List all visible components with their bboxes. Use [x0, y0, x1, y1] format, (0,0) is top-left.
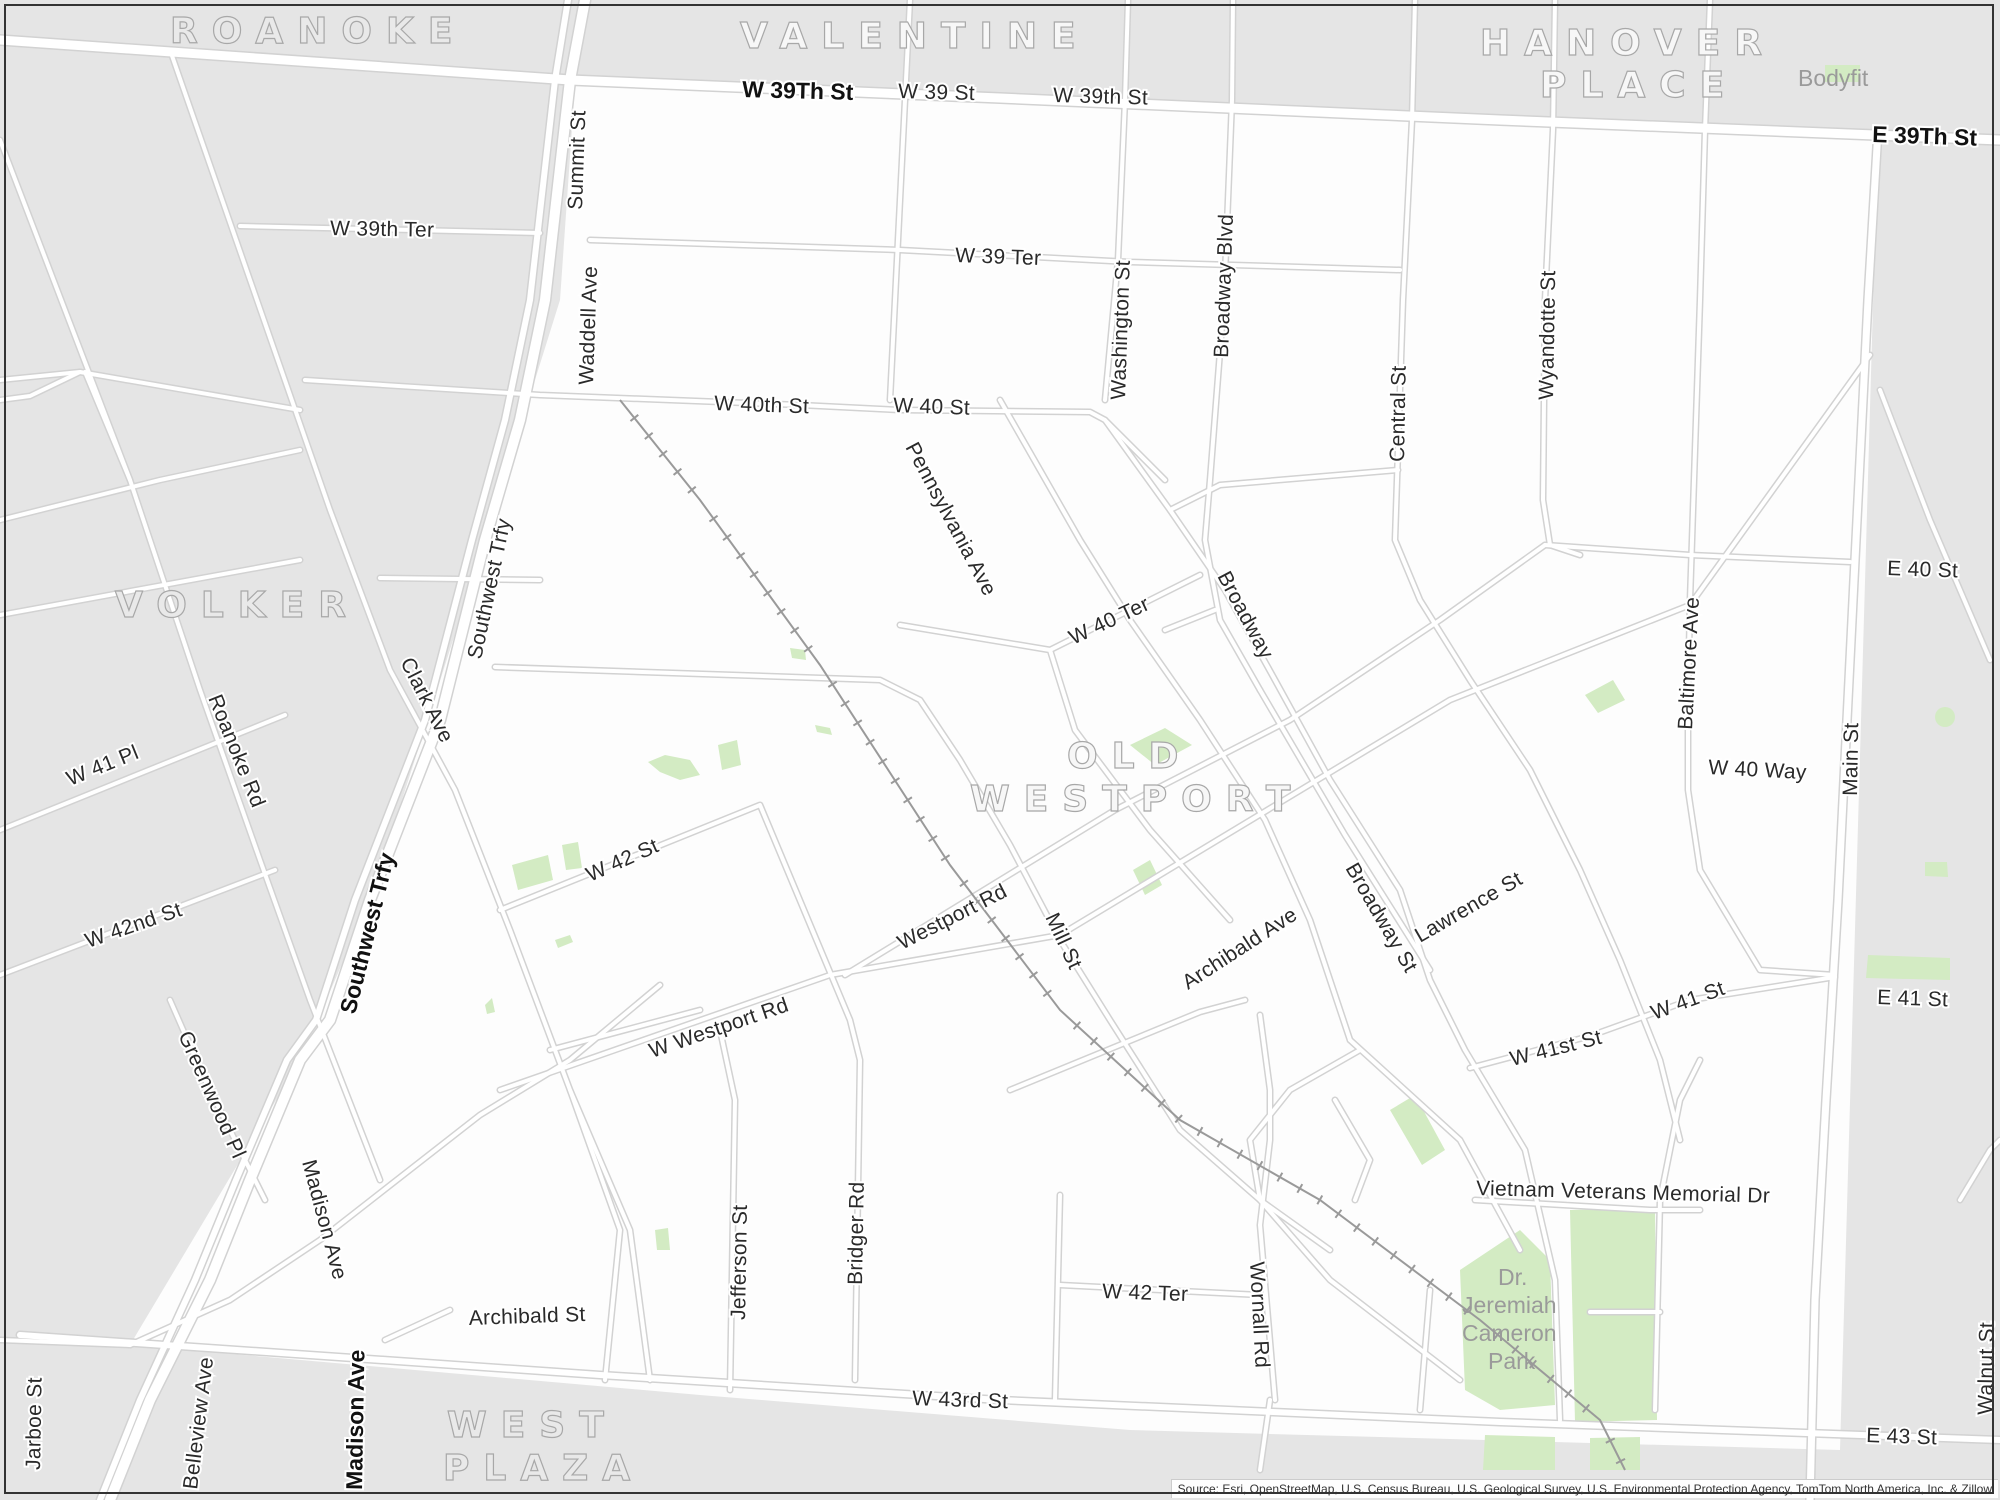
street-label-e-43-st: E 43 St: [1866, 1424, 1938, 1449]
street-label-e-40-st: E 40 St: [1887, 557, 1959, 582]
map-view[interactable]: ROANOKE VALENTINE HANOVER PLACE VOLKER O…: [0, 0, 2000, 1500]
street-label-walnut-st: Walnut St: [1974, 1322, 1999, 1415]
street-label-w-40-st: W 40 St: [893, 394, 971, 420]
street-label-w-39-st: W 39 St: [898, 80, 975, 105]
neighborhood-hanover-2: PLACE: [1540, 65, 1738, 106]
street-label-w-39th-st-major: W 39Th St: [742, 76, 854, 105]
road-segment[interactable]: [378, 576, 542, 582]
neighborhood-westport: WESTPORT: [970, 779, 1304, 820]
poi-park-line-1[interactable]: Dr.: [1498, 1264, 1527, 1290]
street-label-w-39th-st: W 39th St: [1053, 84, 1148, 109]
street-label-w-39-ter: W 39 Ter: [955, 244, 1042, 270]
street-label-summit-st: Summit St: [564, 110, 590, 210]
street-label-wyandotte-st: Wyandotte St: [1535, 270, 1560, 400]
poi-bodyfit[interactable]: Bodyfit: [1798, 65, 1869, 91]
street-label-washington-st: Washington St: [1107, 260, 1135, 400]
neighborhood-valentine: VALENTINE: [740, 16, 1090, 57]
neighborhood-roanoke: ROANOKE: [170, 11, 466, 52]
street-label-w-39th-ter: W 39th Ter: [330, 217, 435, 242]
street-label-e-41-st: E 41 St: [1877, 986, 1949, 1011]
street-label-jefferson-st: Jefferson St: [727, 1204, 752, 1320]
street-label-bridger-rd: Bridger Rd: [844, 1181, 869, 1285]
poi-park-line-2[interactable]: Jeremiah: [1462, 1292, 1557, 1318]
poi-park-line-4[interactable]: Park: [1488, 1348, 1536, 1374]
street-label-waddell-ave: Waddell Ave: [575, 266, 602, 386]
neighborhood-old: OLD: [1067, 736, 1192, 777]
street-label-w-42-ter: W 42 Ter: [1102, 1280, 1189, 1306]
street-label-e-39th-st: E 39Th St: [1872, 121, 1978, 151]
street-label-w-43rd-st: W 43rd St: [912, 1387, 1009, 1413]
street-label-jarboe-st: Jarboe St: [22, 1377, 47, 1470]
poi-park-line-3[interactable]: Cameron: [1462, 1320, 1557, 1346]
basemap[interactable]: ROANOKE VALENTINE HANOVER PLACE VOLKER O…: [0, 0, 2000, 1500]
map-attribution: Source: Esri, OpenStreetMap, U.S. Census…: [1170, 1479, 1998, 1498]
neighborhood-plaza: PLAZA: [443, 1448, 644, 1489]
neighborhood-hanover-1: HANOVER: [1480, 23, 1776, 64]
street-label-archibald-st: Archibald St: [468, 1303, 586, 1330]
neighborhood-west: WEST: [447, 1405, 618, 1446]
street-label-main-st: Main St: [1839, 722, 1863, 796]
neighborhood-volker: VOLKER: [115, 585, 360, 626]
street-label-madison-ave-major: Madison Ave: [341, 1349, 369, 1490]
street-label-w-40th-st: W 40th St: [714, 392, 810, 418]
street-label-central-st: Central St: [1386, 365, 1411, 462]
